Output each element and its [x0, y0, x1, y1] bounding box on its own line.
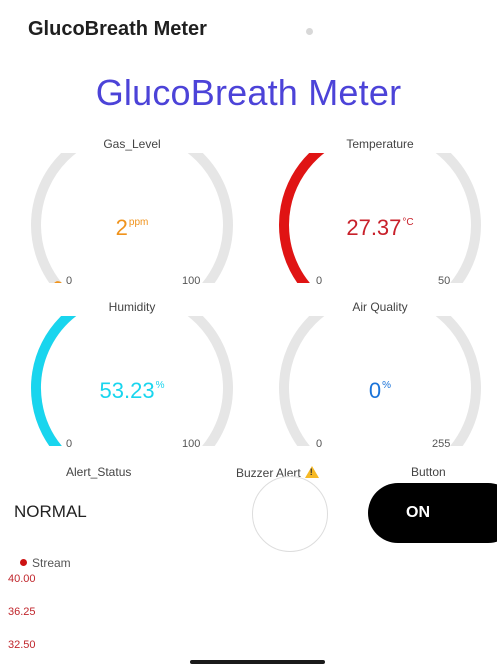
gauge-value-number: 0: [368, 378, 382, 403]
buzzer-led-indicator: [252, 476, 328, 552]
gauge-value-number: 53.23: [99, 378, 155, 403]
gauge-min: 0: [316, 438, 323, 450]
y-tick-label: 32.50: [8, 639, 36, 651]
y-tick-label: 40.00: [8, 573, 36, 585]
gauge-value-number: 27.37: [346, 215, 402, 240]
gauge-max: 50: [438, 275, 451, 287]
gauge-value-unit: °C: [402, 217, 414, 228]
gauge-temperature: Temperature 27.37°C 0 50: [270, 137, 490, 287]
alert-status-label: Alert_Status: [66, 465, 132, 479]
gauge-value-unit: %: [155, 380, 165, 391]
alert-status-value: NORMAL: [14, 502, 87, 521]
gauge-value-unit: %: [382, 380, 392, 391]
status-dot-icon: [306, 28, 313, 35]
legend-dot-icon: [20, 559, 27, 566]
gauge-title: Air Quality: [352, 300, 408, 314]
on-toggle-button[interactable]: ON: [368, 483, 497, 543]
gauge-min: 0: [316, 275, 323, 287]
gauge-value: 0%: [270, 378, 490, 404]
y-tick-label: 36.25: [8, 606, 36, 618]
gauge-humidity: Humidity 53.23% 0 100: [22, 300, 242, 450]
warning-icon: [304, 466, 319, 478]
on-toggle-label: ON: [406, 504, 430, 521]
legend-label: Stream: [32, 556, 71, 570]
gauge-title: Temperature: [346, 137, 414, 151]
gauge-title: Gas_Level: [103, 137, 161, 151]
gauge-min: 0: [66, 438, 73, 450]
home-indicator: [190, 660, 325, 664]
page-title: GlucoBreath Meter: [95, 72, 402, 113]
gauge-max: 255: [432, 438, 451, 450]
button-label: Button: [411, 465, 446, 479]
gauge-max: 100: [182, 438, 201, 450]
gauge-title: Humidity: [108, 300, 156, 314]
gauge-air-quality: Air Quality 0% 0 255: [270, 300, 490, 450]
gauge-value: 53.23%: [22, 378, 242, 404]
gauge-gas-level: Gas_Level 2ppm 0 100: [22, 137, 242, 287]
gauge-value: 2ppm: [22, 215, 242, 241]
gauge-value: 27.37°C: [270, 215, 490, 241]
gauge-min: 0: [66, 275, 73, 287]
chart-legend: Stream: [20, 556, 71, 570]
gauge-value-unit: ppm: [128, 217, 149, 228]
gauge-max: 100: [182, 275, 201, 287]
gauge-value-number: 2: [115, 215, 128, 240]
app-title: GlucoBreath Meter: [28, 18, 207, 40]
app-header: GlucoBreath Meter: [14, 18, 484, 48]
